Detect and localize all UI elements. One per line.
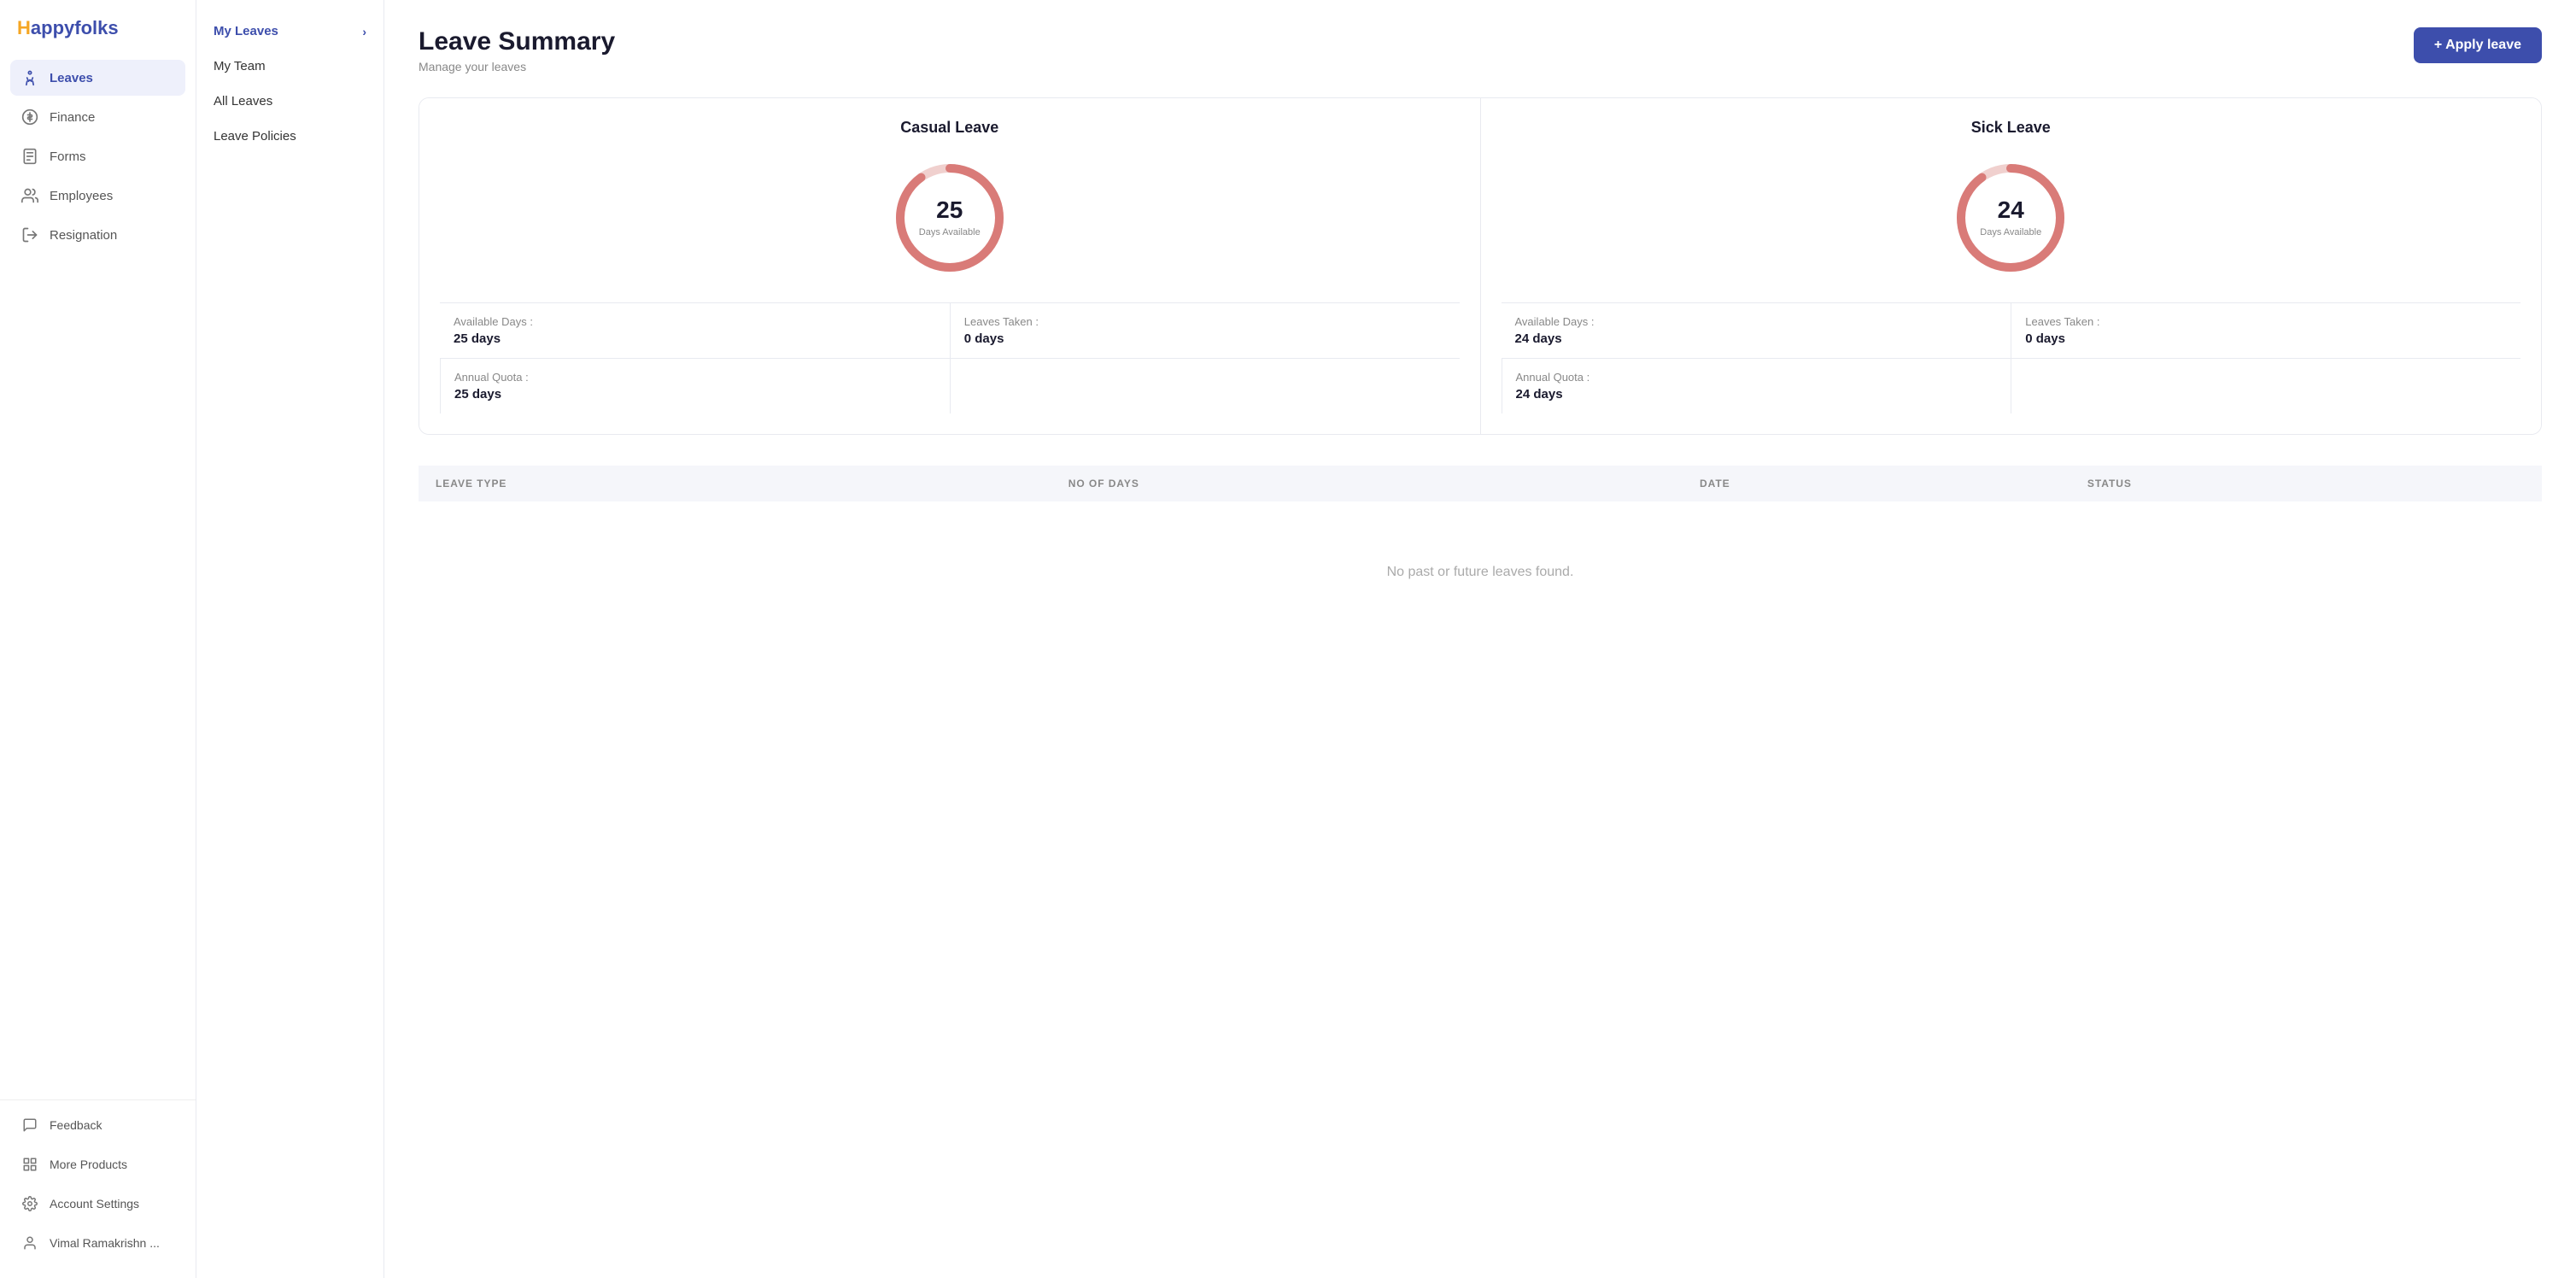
sidebar-item-leaves[interactable]: Leaves [10, 60, 185, 96]
sick-placeholder [2011, 358, 2520, 413]
casual-available-days: Available Days : 25 days [440, 303, 950, 358]
sub-sidebar-my-team-label: My Team [214, 59, 266, 73]
sidebar-item-user[interactable]: Vimal Ramakrishn ... [10, 1225, 185, 1261]
sub-sidebar-item-my-team[interactable]: My Team [196, 49, 383, 84]
casual-available-days-value: 25 days [454, 331, 936, 346]
page-title: Leave Summary [419, 27, 615, 56]
casual-leaves-taken-label: Leaves Taken : [964, 315, 1446, 328]
table-header-row: LEAVE TYPE NO OF DAYS DATE STATUS [419, 466, 2542, 501]
sick-days-label: Days Available [1980, 227, 2041, 237]
sick-annual-quota-value: 24 days [1516, 387, 1998, 402]
sick-donut: 24 Days Available [1947, 154, 2075, 282]
leave-table-section: LEAVE TYPE NO OF DAYS DATE STATUS No pas… [419, 466, 2542, 643]
sick-leaves-taken-label: Leaves Taken : [2025, 315, 2507, 328]
sub-sidebar-my-leaves-label: My Leaves [214, 24, 278, 38]
sidebar-bottom: Feedback More Products Account Settings [0, 1099, 196, 1278]
main-nav: Leaves Finance Forms [0, 53, 196, 1099]
sick-available-days: Available Days : 24 days [1502, 303, 2011, 358]
exit-icon [20, 226, 39, 244]
sick-donut-wrap: 24 Days Available [1502, 154, 2521, 282]
col-date: DATE [1683, 466, 2070, 501]
sick-annual-quota: Annual Quota : 24 days [1502, 358, 2011, 413]
main-content: Leave Summary Manage your leaves + Apply… [384, 0, 2576, 1278]
col-no-of-days: NO OF DAYS [1051, 466, 1683, 501]
sick-leave-title: Sick Leave [1502, 119, 2521, 137]
sidebar-item-employees[interactable]: Employees [10, 178, 185, 214]
sidebar-item-feedback-label: Feedback [50, 1118, 102, 1132]
sidebar-item-account-settings-label: Account Settings [50, 1197, 139, 1211]
sidebar-item-leaves-label: Leaves [50, 71, 93, 85]
sick-leaves-taken: Leaves Taken : 0 days [2011, 303, 2520, 358]
sidebar-item-employees-label: Employees [50, 189, 113, 203]
sick-stats: Available Days : 24 days Leaves Taken : … [1502, 302, 2521, 413]
casual-donut-center: 25 Days Available [919, 196, 981, 239]
sidebar-item-more-products[interactable]: More Products [10, 1146, 185, 1182]
sidebar-item-finance-label: Finance [50, 110, 95, 125]
dollar-icon [20, 108, 39, 126]
casual-available-days-label: Available Days : [454, 315, 936, 328]
sub-sidebar-item-leave-policies[interactable]: Leave Policies [196, 119, 383, 154]
casual-stats: Available Days : 25 days Leaves Taken : … [440, 302, 1460, 413]
casual-annual-quota-label: Annual Quota : [454, 371, 936, 384]
sub-sidebar: My Leaves › My Team All Leaves Leave Pol… [196, 0, 384, 1278]
sick-available-days-label: Available Days : [1515, 315, 1998, 328]
form-icon [20, 147, 39, 166]
leave-table: LEAVE TYPE NO OF DAYS DATE STATUS No pas… [419, 466, 2542, 643]
casual-leave-card: Casual Leave 25 Days Available Available… [419, 98, 1480, 434]
sidebar-item-resignation[interactable]: Resignation [10, 217, 185, 253]
sub-sidebar-all-leaves-label: All Leaves [214, 94, 272, 108]
sick-annual-quota-label: Annual Quota : [1516, 371, 1998, 384]
gear-icon [20, 1194, 39, 1213]
casual-annual-quota-value: 25 days [454, 387, 936, 402]
casual-days-label: Days Available [919, 227, 981, 237]
sick-donut-center: 24 Days Available [1980, 196, 2041, 239]
apply-leave-button[interactable]: + Apply leave [2414, 27, 2542, 63]
casual-annual-quota: Annual Quota : 25 days [440, 358, 950, 413]
table-empty-row: No past or future leaves found. [419, 501, 2542, 643]
sidebar-item-feedback[interactable]: Feedback [10, 1107, 185, 1143]
sidebar-item-forms-label: Forms [50, 149, 86, 164]
casual-leave-title: Casual Leave [440, 119, 1460, 137]
page-title-block: Leave Summary Manage your leaves [419, 27, 615, 73]
casual-days-number: 25 [919, 196, 981, 224]
chevron-right-icon: › [362, 25, 366, 38]
page-header: Leave Summary Manage your leaves + Apply… [419, 27, 2542, 73]
leave-cards: Casual Leave 25 Days Available Available… [419, 97, 2542, 435]
sidebar-item-user-label: Vimal Ramakrishn ... [50, 1236, 160, 1250]
sub-sidebar-item-my-leaves[interactable]: My Leaves › [196, 14, 383, 49]
sidebar-item-more-products-label: More Products [50, 1158, 127, 1171]
brand-name: Happyfolks [17, 17, 119, 39]
sick-leave-card: Sick Leave 24 Days Available Available D… [1480, 98, 2542, 434]
logo: Happyfolks [0, 0, 196, 53]
casual-leaves-taken: Leaves Taken : 0 days [950, 303, 1460, 358]
sub-sidebar-item-all-leaves[interactable]: All Leaves [196, 84, 383, 119]
sub-sidebar-leave-policies-label: Leave Policies [214, 129, 296, 144]
page-subtitle: Manage your leaves [419, 60, 615, 73]
sick-days-number: 24 [1980, 196, 2041, 224]
grid-icon [20, 1155, 39, 1174]
sidebar-item-account-settings[interactable]: Account Settings [10, 1186, 185, 1222]
run-icon [20, 68, 39, 87]
casual-placeholder [950, 358, 1460, 413]
sick-leaves-taken-value: 0 days [2025, 331, 2507, 346]
sidebar-item-resignation-label: Resignation [50, 228, 117, 243]
col-leave-type: LEAVE TYPE [419, 466, 1051, 501]
empty-state-message: No past or future leaves found. [436, 513, 2525, 631]
casual-donut: 25 Days Available [886, 154, 1014, 282]
casual-leaves-taken-value: 0 days [964, 331, 1446, 346]
feedback-icon [20, 1116, 39, 1134]
people-icon [20, 186, 39, 205]
sidebar: Happyfolks Leaves Finance [0, 0, 196, 1278]
casual-donut-wrap: 25 Days Available [440, 154, 1460, 282]
sidebar-item-finance[interactable]: Finance [10, 99, 185, 135]
user-settings-icon [20, 1234, 39, 1252]
sidebar-item-forms[interactable]: Forms [10, 138, 185, 174]
col-status: STATUS [2070, 466, 2542, 501]
sick-available-days-value: 24 days [1515, 331, 1998, 346]
